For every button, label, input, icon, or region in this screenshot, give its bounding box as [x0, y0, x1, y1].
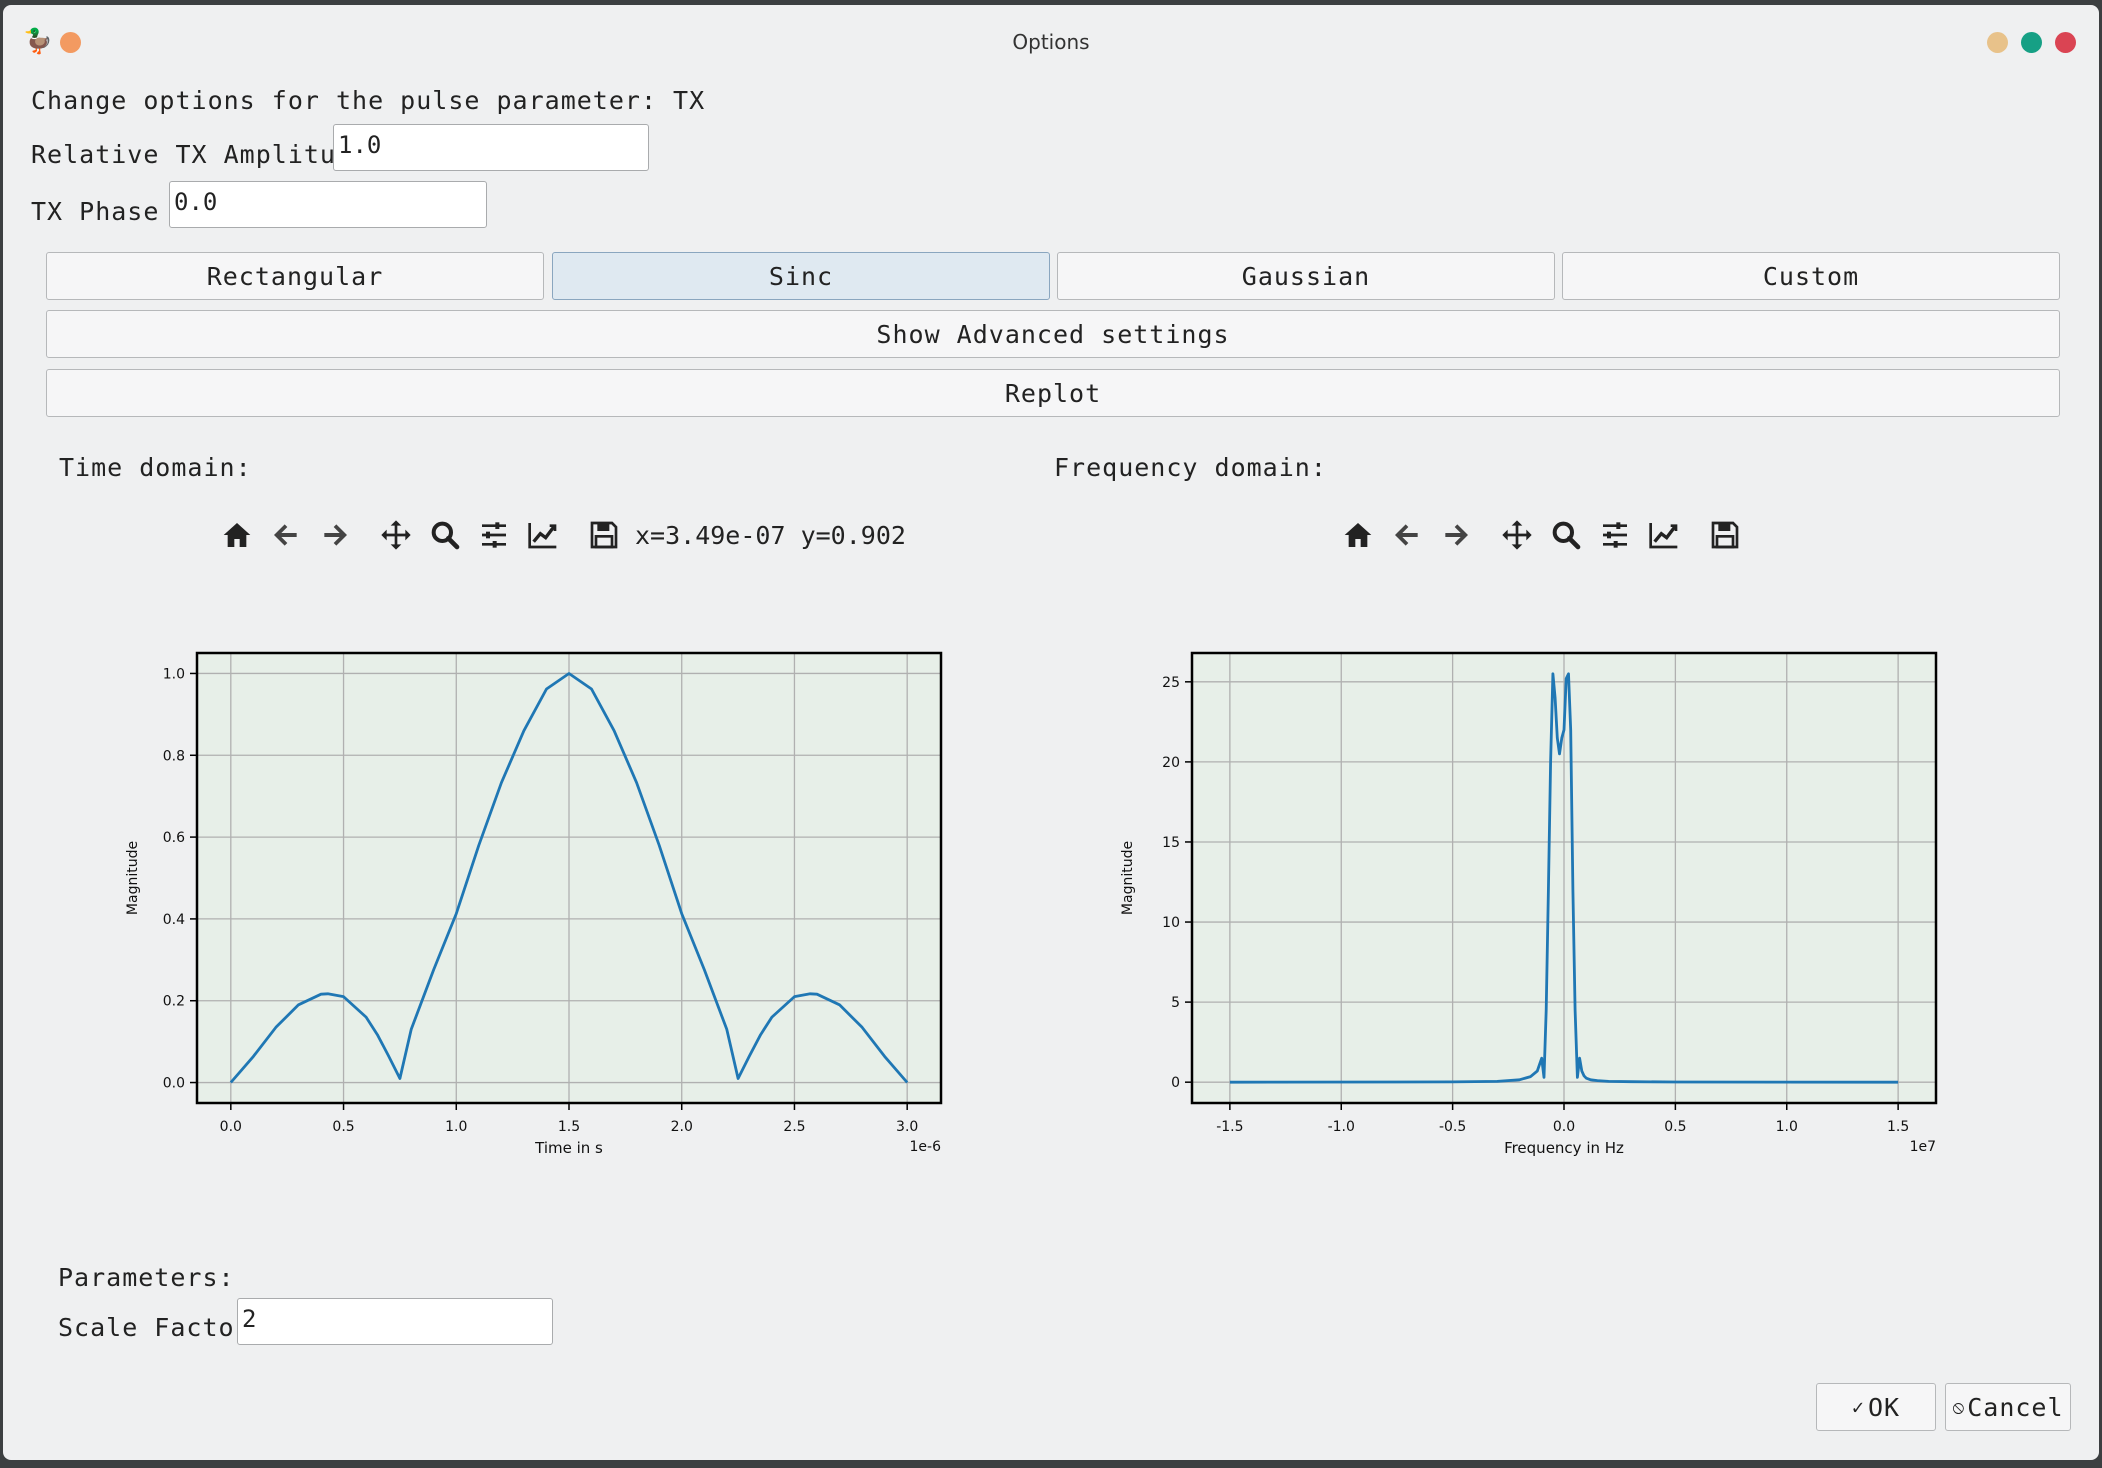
y-tick-label: 0.6 — [163, 830, 185, 846]
x-tick-label: 0.5 — [332, 1119, 354, 1135]
custom-button[interactable]: Custom — [1562, 252, 2060, 300]
cancel-button[interactable]: ⦸ Cancel — [1945, 1383, 2071, 1431]
y-axis-label: Magnitude — [1120, 841, 1136, 915]
time-domain-plot[interactable]: 0.0 0.5 1.0 1.5 2.0 2.5 3.0 0.0 0.2 0.4 0.6 0.8 1.0 T… — [113, 635, 953, 1175]
amplitude-input[interactable]: 1.0 — [333, 124, 649, 171]
y-tick-label: 0.2 — [163, 994, 185, 1010]
x-axis-label: Time in s — [534, 1139, 603, 1157]
x-tick-label: -0.5 — [1439, 1119, 1466, 1135]
phase-input[interactable]: 0.0 — [169, 181, 487, 228]
home-icon[interactable] — [1338, 515, 1378, 555]
y-tick-label: 25 — [1162, 675, 1180, 691]
back-arrow-icon[interactable] — [266, 515, 306, 555]
home-icon[interactable] — [217, 515, 257, 555]
parameters-heading: Parameters: — [58, 1263, 235, 1292]
x-tick-label: 0.0 — [1553, 1119, 1575, 1135]
x-tick-label: -1.5 — [1216, 1119, 1243, 1135]
maximize-button[interactable] — [2021, 32, 2042, 53]
pan-icon[interactable] — [376, 515, 416, 555]
pan-icon[interactable] — [1497, 515, 1537, 555]
back-arrow-icon[interactable] — [1387, 515, 1427, 555]
x-tick-label: 0.0 — [220, 1119, 242, 1135]
rectangular-button[interactable]: Rectangular — [46, 252, 544, 300]
x-tick-label: -1.0 — [1328, 1119, 1355, 1135]
sinc-button[interactable]: Sinc — [552, 252, 1050, 300]
scale-factor-label: Scale Factor — [58, 1313, 251, 1342]
replot-button[interactable]: Replot — [46, 369, 2060, 417]
y-tick-label: 0 — [1171, 1075, 1180, 1091]
y-tick-label: 0.8 — [163, 748, 185, 764]
forward-arrow-icon[interactable] — [1436, 515, 1476, 555]
cursor-coordinates: x=3.49e-07 y=0.902 — [635, 520, 906, 550]
frequency-domain-toolbar — [1338, 510, 1754, 560]
forward-arrow-icon[interactable] — [315, 515, 355, 555]
edit-axis-icon[interactable] — [523, 515, 563, 555]
y-tick-label: 0.0 — [163, 1076, 185, 1092]
y-tick-label: 10 — [1162, 915, 1180, 931]
y-tick-label: 20 — [1162, 755, 1180, 771]
header-label: Change options for the pulse parameter: … — [31, 86, 706, 115]
show-advanced-settings-button[interactable]: Show Advanced settings — [46, 310, 2060, 358]
close-button[interactable] — [2055, 32, 2076, 53]
x-axis-label: Frequency in Hz — [1504, 1139, 1624, 1157]
time-domain-toolbar: x=3.49e-07 y=0.902 — [217, 510, 906, 560]
title-bar: 🦆 Options — [3, 5, 2099, 73]
y-tick-label: 5 — [1171, 995, 1180, 1011]
time-domain-heading: Time domain: — [59, 453, 252, 482]
x-tick-label: 1.0 — [1776, 1119, 1798, 1135]
cancel-button-label: Cancel — [1967, 1392, 2064, 1422]
y-tick-label: 0.4 — [163, 912, 185, 928]
x-tick-label: 2.0 — [671, 1119, 693, 1135]
ok-button-label: OK — [1867, 1392, 1901, 1422]
y-tick-label: 15 — [1162, 835, 1180, 851]
frequency-domain-heading: Frequency domain: — [1054, 453, 1327, 482]
configure-subplots-icon[interactable] — [474, 515, 514, 555]
x-tick-label: 3.0 — [896, 1119, 918, 1135]
x-tick-label: 1.5 — [558, 1119, 580, 1135]
amplitude-label: Relative TX Amplitude — [31, 140, 369, 169]
y-axis-label: Magnitude — [125, 841, 141, 915]
configure-subplots-icon[interactable] — [1595, 515, 1635, 555]
y-tick-label: 1.0 — [163, 666, 185, 682]
x-tick-label: 2.5 — [783, 1119, 805, 1135]
zoom-icon[interactable] — [1546, 515, 1586, 555]
gaussian-button[interactable]: Gaussian — [1057, 252, 1555, 300]
edit-axis-icon[interactable] — [1644, 515, 1684, 555]
x-offset-label: 1e7 — [1910, 1139, 1936, 1155]
x-offset-label: 1e-6 — [910, 1139, 942, 1155]
phase-label: TX Phase — [31, 197, 160, 226]
x-tick-label: 1.5 — [1887, 1119, 1909, 1135]
minimize-button[interactable] — [1987, 32, 2008, 53]
save-icon[interactable] — [1705, 515, 1745, 555]
window-title: Options — [1012, 30, 1090, 54]
frequency-domain-plot[interactable]: -1.5 -1.0 -0.5 0.0 0.5 1.0 1.5 0 5 10 15 20 25 Freque… — [1108, 635, 1948, 1175]
checkmark-icon: ✓ — [1851, 1395, 1865, 1419]
ok-button[interactable]: ✓ OK — [1816, 1383, 1936, 1431]
save-icon[interactable] — [584, 515, 624, 555]
cancel-icon: ⦸ — [1952, 1396, 1966, 1418]
x-tick-label: 0.5 — [1664, 1119, 1686, 1135]
zoom-icon[interactable] — [425, 515, 465, 555]
scale-factor-input[interactable]: 2 — [237, 1298, 553, 1345]
options-dialog: 🦆 Options Change options for the pulse p… — [3, 5, 2099, 1460]
x-tick-label: 1.0 — [445, 1119, 467, 1135]
